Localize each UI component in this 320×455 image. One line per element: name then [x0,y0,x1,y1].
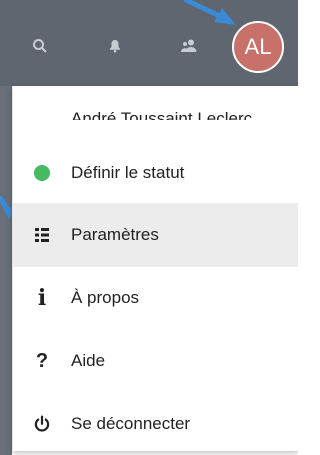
menu-item-label: Se déconnecter [71,414,191,433]
menu-item-help[interactable]: ? Aide [13,329,298,393]
menu-item-about[interactable]: i À propos [13,266,298,330]
search-icon[interactable] [28,34,52,58]
menu-item-settings[interactable]: Paramètres [13,203,298,267]
menu-item-logout[interactable]: Se déconnecter [13,392,298,451]
menu-item-label: Définir le statut [71,163,185,182]
power-icon [13,415,71,433]
status-dot-icon [13,165,71,181]
menu-item-set-status[interactable]: Définir le statut [13,141,298,205]
background-page-strip [0,86,12,455]
settings-list-icon [13,227,71,243]
user-avatar[interactable]: AL [232,21,284,73]
help-icon: ? [35,349,49,372]
avatar-initials: AL [244,34,272,59]
contacts-icon[interactable] [177,34,201,58]
top-header-bar: AL [0,0,298,86]
annotation-arrow-icon [183,0,236,25]
user-display-name: André Toussaint Leclerc [71,109,253,120]
menu-item-label: À propos [71,288,140,307]
notifications-icon[interactable] [103,34,127,58]
menu-item-label: Paramètres [71,225,159,244]
user-menu-dropdown: André Toussaint Leclerc Définir le statu… [12,86,298,451]
info-icon: i [37,285,47,311]
menu-item-label: Aide [71,351,106,370]
screenshot-root: AL André Toussaint Leclerc Définir le st… [0,0,298,455]
